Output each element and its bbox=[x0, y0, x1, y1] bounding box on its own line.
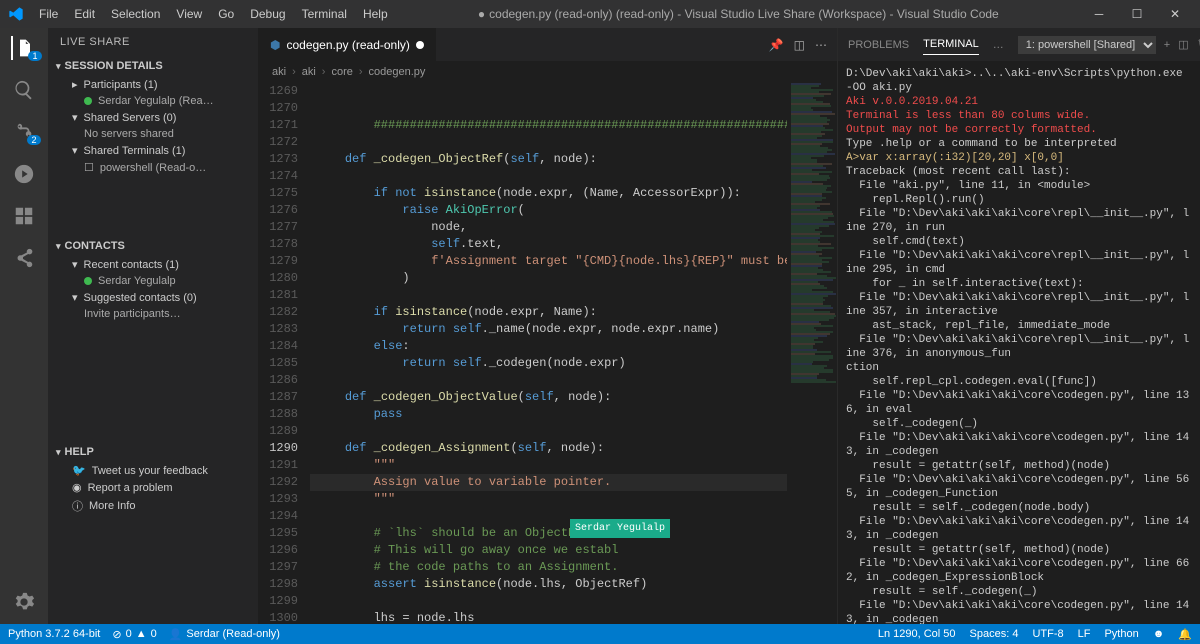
extensions-icon[interactable] bbox=[12, 204, 36, 228]
debug-icon[interactable] bbox=[12, 162, 36, 186]
badge: 1 bbox=[28, 51, 41, 61]
remote-cursor-tag: Serdar Yegulalp bbox=[570, 519, 670, 538]
contact-user[interactable]: Serdar Yegulalp bbox=[48, 273, 258, 289]
editor-area: ⬢ codegen.py (read-only) 📌 ◫ ⋯ aki›aki›c… bbox=[258, 28, 837, 624]
status-feedback-icon[interactable]: ☻ bbox=[1153, 628, 1165, 640]
python-file-icon: ⬢ bbox=[270, 38, 280, 52]
tab-problems[interactable]: PROBLEMS bbox=[848, 35, 909, 55]
report-problem[interactable]: ◉Report a problem bbox=[48, 479, 258, 496]
status-eol[interactable]: LF bbox=[1078, 628, 1091, 640]
minimize-button[interactable]: ─ bbox=[1082, 3, 1116, 25]
window-title: ● codegen.py (read-only) (read-only) - V… bbox=[395, 7, 1082, 21]
menu-help[interactable]: Help bbox=[356, 3, 395, 25]
menu-file[interactable]: File bbox=[32, 3, 65, 25]
split-icon[interactable]: ◫ bbox=[794, 38, 805, 52]
terminal-output[interactable]: D:\Dev\aki\aki\aki>..\..\aki-env\Scripts… bbox=[838, 61, 1200, 624]
recent-contacts-node[interactable]: ▾ Recent contacts (1) bbox=[48, 256, 258, 273]
status-bell-icon[interactable]: 🔔 bbox=[1178, 628, 1192, 641]
line-gutter: 1269127012711272127312741275127612771278… bbox=[258, 83, 310, 624]
dirty-dot-icon bbox=[416, 41, 424, 49]
shared-servers-node[interactable]: ▾ Shared Servers (0) bbox=[48, 109, 258, 126]
explorer-icon[interactable]: 1 bbox=[11, 36, 35, 60]
panel-tabs: PROBLEMS TERMINAL … 1: powershell [Share… bbox=[838, 28, 1200, 61]
status-python[interactable]: Python 3.7.2 64-bit bbox=[8, 628, 100, 640]
tweet-feedback[interactable]: 🐦Tweet us your feedback bbox=[48, 462, 258, 479]
breadcrumb-segment[interactable]: aki bbox=[272, 66, 286, 78]
shared-terminal-item[interactable]: ☐ powershell (Read-o… bbox=[48, 159, 258, 176]
shared-terminals-node[interactable]: ▾ Shared Terminals (1) bbox=[48, 142, 258, 159]
more-icon[interactable]: ⋯ bbox=[815, 38, 827, 52]
session-details-header[interactable]: SESSION DETAILS bbox=[48, 56, 258, 76]
breadcrumb[interactable]: aki›aki›core›codegen.py bbox=[258, 61, 837, 83]
tab-codegen[interactable]: ⬢ codegen.py (read-only) bbox=[258, 28, 437, 61]
sidebar: LIVE SHARE SESSION DETAILS ▸ Participant… bbox=[48, 28, 258, 624]
trash-icon[interactable]: 🗑 bbox=[1197, 38, 1200, 51]
pin-icon[interactable]: 📌 bbox=[769, 38, 784, 52]
search-icon[interactable] bbox=[12, 78, 36, 102]
dirty-indicator-icon: ● bbox=[478, 7, 485, 21]
github-icon: ◉ bbox=[72, 481, 82, 494]
sidebar-title: LIVE SHARE bbox=[48, 28, 258, 56]
status-encoding[interactable]: UTF-8 bbox=[1032, 628, 1063, 640]
settings-icon[interactable] bbox=[12, 590, 36, 614]
presence-dot-icon bbox=[84, 277, 92, 285]
menu-edit[interactable]: Edit bbox=[67, 3, 102, 25]
close-button[interactable]: ✕ bbox=[1158, 3, 1192, 25]
breadcrumb-segment[interactable]: core bbox=[331, 66, 352, 78]
menu-terminal[interactable]: Terminal bbox=[295, 3, 354, 25]
participant-user[interactable]: Serdar Yegulalp (Rea… bbox=[48, 93, 258, 109]
maximize-button[interactable]: ☐ bbox=[1120, 3, 1154, 25]
live-share-icon[interactable] bbox=[12, 246, 36, 270]
new-terminal-icon[interactable]: + bbox=[1164, 39, 1170, 51]
menu-debug[interactable]: Debug bbox=[243, 3, 292, 25]
editor-body[interactable]: 1269127012711272127312741275127612771278… bbox=[258, 83, 837, 624]
twitter-icon: 🐦 bbox=[72, 464, 86, 477]
titlebar: FileEditSelectionViewGoDebugTerminalHelp… bbox=[0, 0, 1200, 28]
tab-terminal[interactable]: TERMINAL bbox=[923, 34, 979, 55]
status-spaces[interactable]: Spaces: 4 bbox=[970, 628, 1019, 640]
contacts-header[interactable]: CONTACTS bbox=[48, 236, 258, 256]
menu-view[interactable]: View bbox=[169, 3, 209, 25]
status-errors[interactable]: ⊘ 0 ▲ 0 bbox=[112, 628, 156, 641]
breadcrumb-segment[interactable]: codegen.py bbox=[369, 66, 426, 78]
help-header[interactable]: HELP bbox=[48, 442, 258, 462]
participants-node[interactable]: ▸ Participants (1) bbox=[48, 76, 258, 93]
more-info[interactable]: ⓘMore Info bbox=[48, 496, 258, 516]
menu-bar: FileEditSelectionViewGoDebugTerminalHelp bbox=[32, 3, 395, 25]
menu-go[interactable]: Go bbox=[211, 3, 241, 25]
code-content[interactable]: ########################################… bbox=[310, 83, 787, 624]
status-cursor[interactable]: Ln 1290, Col 50 bbox=[878, 628, 956, 640]
no-servers-note: No servers shared bbox=[48, 126, 258, 142]
presence-dot-icon bbox=[84, 97, 92, 105]
invite-note[interactable]: Invite participants… bbox=[48, 306, 258, 322]
menu-selection[interactable]: Selection bbox=[104, 3, 167, 25]
minimap[interactable] bbox=[787, 83, 837, 624]
status-liveshare-user[interactable]: 👤 Serdar (Read-only) bbox=[169, 628, 280, 641]
status-lang[interactable]: Python bbox=[1104, 628, 1138, 640]
editor-tabs: ⬢ codegen.py (read-only) 📌 ◫ ⋯ bbox=[258, 28, 837, 61]
terminal-selector[interactable]: 1: powershell [Shared] bbox=[1018, 36, 1156, 54]
split-terminal-icon[interactable]: ◫ bbox=[1178, 38, 1188, 51]
activity-bar: 1 2 bbox=[0, 28, 48, 624]
tab-more[interactable]: … bbox=[993, 35, 1004, 55]
status-bar: Python 3.7.2 64-bit ⊘ 0 ▲ 0 👤 Serdar (Re… bbox=[0, 624, 1200, 644]
source-control-icon[interactable]: 2 bbox=[12, 120, 36, 144]
badge: 2 bbox=[27, 135, 40, 145]
panel-area: PROBLEMS TERMINAL … 1: powershell [Share… bbox=[837, 28, 1200, 624]
suggested-contacts-node[interactable]: ▾ Suggested contacts (0) bbox=[48, 289, 258, 306]
vscode-logo-icon bbox=[8, 6, 24, 22]
info-icon: ⓘ bbox=[72, 498, 83, 514]
breadcrumb-segment[interactable]: aki bbox=[302, 66, 316, 78]
